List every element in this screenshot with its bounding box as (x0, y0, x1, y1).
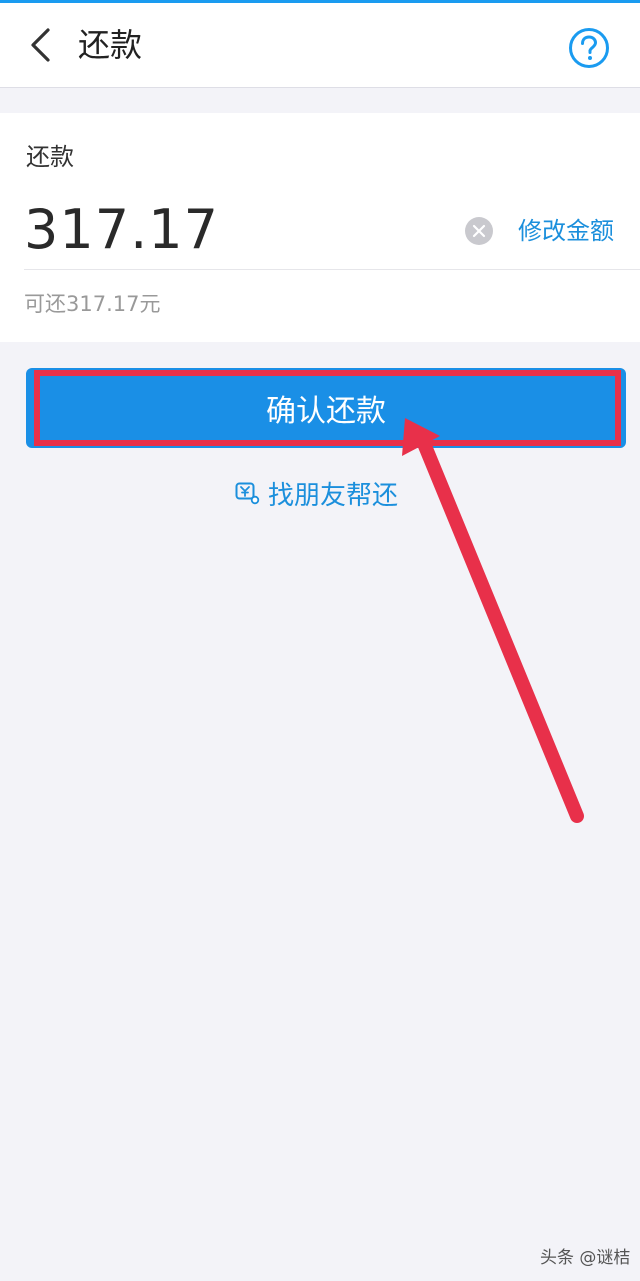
friend-help-link[interactable]: 找朋友帮还 (234, 474, 398, 512)
watermark-text: 头条 @谜桔 (540, 1248, 631, 1268)
clear-button[interactable] (465, 217, 493, 245)
modify-amount-link[interactable]: 修改金额 (518, 213, 614, 249)
available-amount-text: 可还317.17元 (24, 292, 161, 316)
friend-pay-icon (235, 482, 260, 505)
card-divider (24, 269, 640, 270)
back-button[interactable] (20, 25, 60, 65)
confirm-repay-label: 确认还款 (266, 394, 386, 429)
chevron-left-icon (31, 28, 50, 62)
amount-input[interactable]: 317.17 (24, 197, 219, 263)
friend-help-label: 找朋友帮还 (268, 480, 399, 511)
nav-header: 还款 (0, 3, 640, 88)
confirm-repay-button[interactable]: 确认还款 (26, 368, 626, 448)
question-circle-icon (569, 28, 609, 68)
help-button[interactable] (568, 27, 610, 69)
repayment-card: 还款 317.17 修改金额 可还317.17元 (0, 113, 640, 342)
repayment-label: 还款 (26, 143, 74, 171)
page-title: 还款 (78, 26, 143, 64)
clear-icon (472, 224, 486, 238)
